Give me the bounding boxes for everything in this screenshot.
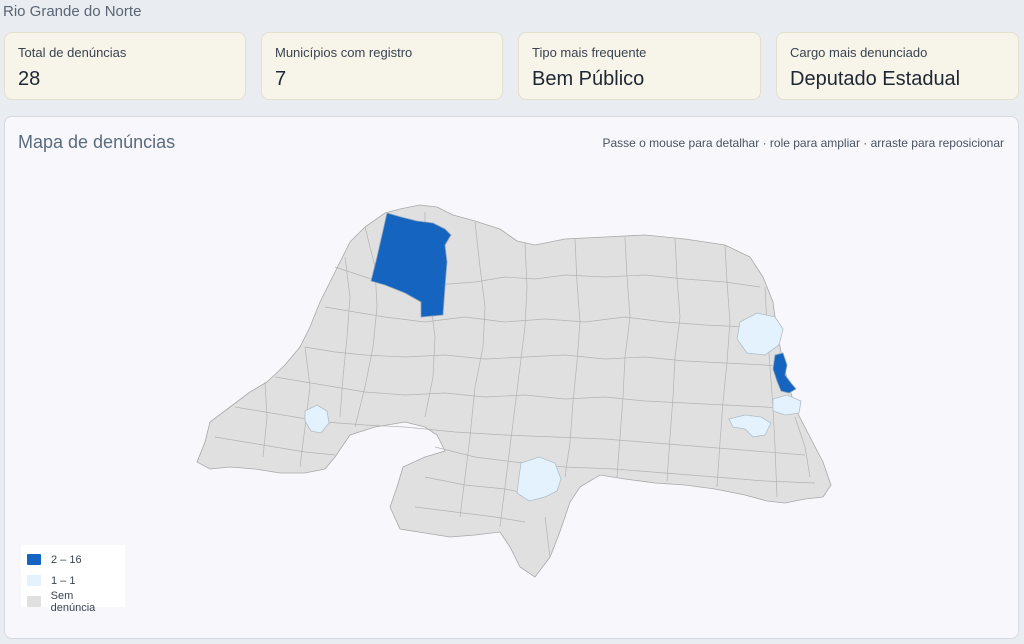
municipio-low-2[interactable] — [772, 394, 802, 416]
card-total: Total de denúncias 28 — [4, 32, 246, 100]
card-total-label: Total de denúncias — [18, 45, 127, 60]
legend-swatch-low — [27, 575, 41, 586]
map-legend: 2 – 16 1 – 1 Sem denúncia — [21, 545, 125, 614]
legend-item-none: Sem denúncia — [27, 589, 119, 614]
legend-label-high: 2 – 16 — [51, 553, 82, 566]
card-tipo-value: Bem Público — [532, 68, 645, 90]
card-municipios-label: Municípios com registro — [275, 45, 413, 60]
map-panel: Mapa de denúncias Passe o mouse para det… — [4, 116, 1019, 639]
choropleth-map[interactable] — [5, 117, 1019, 639]
legend-swatch-high — [27, 554, 41, 565]
card-municipios: Municípios com registro 7 — [261, 32, 503, 100]
card-cargo-value: Deputado Estadual — [790, 68, 961, 90]
legend-label-none: Sem denúncia — [50, 589, 96, 614]
card-cargo: Cargo mais denunciado Deputado Estadual — [776, 32, 1019, 100]
legend-item-low: 1 – 1 — [27, 570, 119, 591]
state-title: Rio Grande do Norte — [3, 3, 142, 20]
summary-cards: Total de denúncias 28 Municípios com reg… — [4, 32, 1020, 102]
state-shape[interactable] — [196, 204, 832, 578]
card-tipo: Tipo mais frequente Bem Público — [518, 32, 761, 100]
card-total-value: 28 — [18, 68, 41, 90]
legend-label-low: 1 – 1 — [51, 574, 76, 587]
card-tipo-label: Tipo mais frequente — [532, 45, 647, 60]
card-cargo-label: Cargo mais denunciado — [790, 45, 928, 60]
legend-item-high: 2 – 16 — [27, 549, 119, 570]
card-municipios-value: 7 — [275, 68, 287, 90]
legend-swatch-none — [27, 596, 41, 607]
